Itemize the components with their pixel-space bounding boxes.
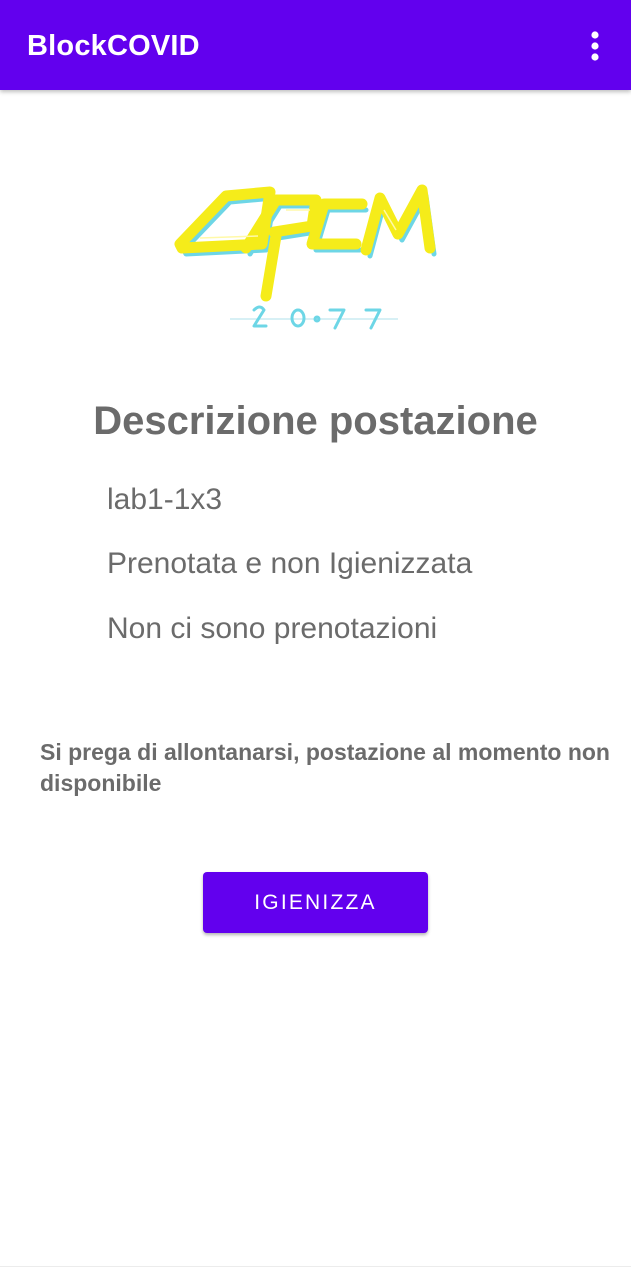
unavailable-warning: Si prega di allontanarsi, postazione al …	[40, 739, 610, 796]
more-vert-icon	[591, 31, 599, 61]
workstation-status: Prenotata e non Igienizzata	[107, 547, 473, 580]
workstation-bookings: Non ci sono prenotazioni	[107, 612, 438, 645]
overflow-menu-button[interactable]	[572, 22, 618, 70]
app-bar: BlockCOVID	[0, 0, 631, 90]
sanitize-button[interactable]: IGIENIZZA	[203, 872, 428, 933]
workstation-id: lab1-1x3	[107, 483, 223, 516]
workstation-heading: Descrizione postazione	[93, 399, 538, 443]
bottom-divider	[0, 1266, 631, 1267]
app-title: BlockCOVID	[27, 30, 200, 62]
opcm-2077-logo	[170, 180, 455, 340]
